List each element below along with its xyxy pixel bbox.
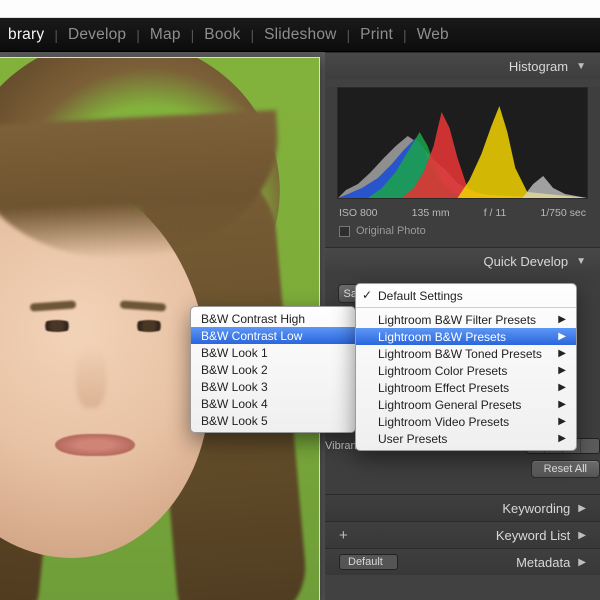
tab-library[interactable]: brary (0, 26, 52, 44)
meta-focal: 135 mm (412, 207, 450, 219)
submenu-item-b-w-look-4[interactable]: B&W Look 4 (191, 395, 355, 412)
submenu-arrow-icon: ▶ (558, 365, 566, 376)
menu-item-lightroom-b-w-toned-presets[interactable]: Lightroom B&W Toned Presets▶ (356, 345, 576, 362)
module-picker: brary | Develop | Map | Book | Slideshow… (0, 18, 600, 52)
metadata-header[interactable]: Default Metadata ▶ (325, 549, 600, 575)
tab-print[interactable]: Print (352, 26, 401, 44)
tab-book[interactable]: Book (196, 26, 248, 44)
menu-item-lightroom-b-w-filter-presets[interactable]: Lightroom B&W Filter Presets▶ (356, 311, 576, 328)
quick-develop-title: Quick Develop (484, 254, 569, 269)
menu-item-lightroom-b-w-presets[interactable]: Lightroom B&W Presets▶ (356, 328, 576, 345)
tab-map[interactable]: Map (142, 26, 189, 44)
disclosure-triangle-icon: ▶ (578, 503, 586, 514)
reset-all-button[interactable]: Reset All (531, 460, 600, 478)
original-photo-label: Original Photo (356, 225, 426, 237)
menu-item-lightroom-video-presets[interactable]: Lightroom Video Presets▶ (356, 413, 576, 430)
disclosure-triangle-icon: ▶ (578, 530, 586, 541)
submenu-item-b-w-look-2[interactable]: B&W Look 2 (191, 361, 355, 378)
metadata-title: Metadata (516, 555, 570, 570)
submenu-arrow-icon: ▶ (558, 382, 566, 393)
submenu-item-b-w-contrast-low[interactable]: B&W Contrast Low (191, 327, 355, 344)
submenu-arrow-icon: ▶ (558, 314, 566, 325)
tab-develop[interactable]: Develop (60, 26, 134, 44)
tab-slideshow[interactable]: Slideshow (256, 26, 344, 44)
keyword-list-title: Keyword List (496, 528, 570, 543)
preset-menu: ✓Default Settings Lightroom B&W Filter Pr… (355, 283, 577, 451)
submenu-item-b-w-contrast-high[interactable]: B&W Contrast High (191, 310, 355, 327)
keywording-header[interactable]: Keywording ▶ (325, 495, 600, 521)
histogram-graph[interactable] (337, 87, 588, 199)
menu-item-default-settings[interactable]: ✓Default Settings (356, 287, 576, 304)
submenu-item-b-w-look-1[interactable]: B&W Look 1 (191, 344, 355, 361)
submenu-item-b-w-look-5[interactable]: B&W Look 5 (191, 412, 355, 429)
metadata-set-dropdown[interactable]: Default (339, 554, 398, 570)
submenu-arrow-icon: ▶ (558, 331, 566, 342)
checkmark-icon: ✓ (362, 288, 372, 302)
menu-item-lightroom-effect-presets[interactable]: Lightroom Effect Presets▶ (356, 379, 576, 396)
keyword-list-panel: + Keyword List ▶ (325, 521, 600, 548)
histogram-header[interactable]: Histogram ▼ (325, 53, 600, 79)
tab-web[interactable]: Web (409, 26, 457, 44)
disclosure-triangle-icon: ▶ (578, 557, 586, 568)
meta-aperture: f / 11 (484, 207, 507, 219)
submenu-arrow-icon: ▶ (558, 348, 566, 359)
disclosure-triangle-icon: ▼ (576, 61, 586, 72)
submenu-arrow-icon: ▶ (558, 433, 566, 444)
histogram-panel: Histogram ▼ (325, 52, 600, 247)
keywording-panel: Keywording ▶ (325, 494, 600, 521)
metadata-panel: Default Metadata ▶ (325, 548, 600, 575)
keyword-list-header[interactable]: + Keyword List ▶ (325, 522, 600, 548)
tab-separator: | (52, 27, 60, 43)
histogram-title: Histogram (509, 59, 568, 74)
disclosure-triangle-icon: ▼ (576, 256, 586, 267)
meta-iso: ISO 800 (339, 207, 378, 219)
quick-develop-header[interactable]: Quick Develop ▼ (325, 248, 600, 274)
meta-shutter: 1/750 sec (540, 207, 586, 219)
keywording-title: Keywording (502, 501, 570, 516)
original-photo-checkbox[interactable] (339, 226, 350, 237)
add-keyword-icon[interactable]: + (339, 527, 348, 544)
preset-submenu: B&W Contrast HighB&W Contrast LowB&W Loo… (190, 306, 356, 433)
menu-item-lightroom-general-presets[interactable]: Lightroom General Presets▶ (356, 396, 576, 413)
submenu-arrow-icon: ▶ (558, 399, 566, 410)
menu-item-user-presets[interactable]: User Presets▶ (356, 430, 576, 447)
submenu-item-b-w-look-3[interactable]: B&W Look 3 (191, 378, 355, 395)
submenu-arrow-icon: ▶ (558, 416, 566, 427)
histogram-meta: ISO 800 135 mm f / 11 1/750 sec (325, 203, 600, 221)
menu-item-lightroom-color-presets[interactable]: Lightroom Color Presets▶ (356, 362, 576, 379)
